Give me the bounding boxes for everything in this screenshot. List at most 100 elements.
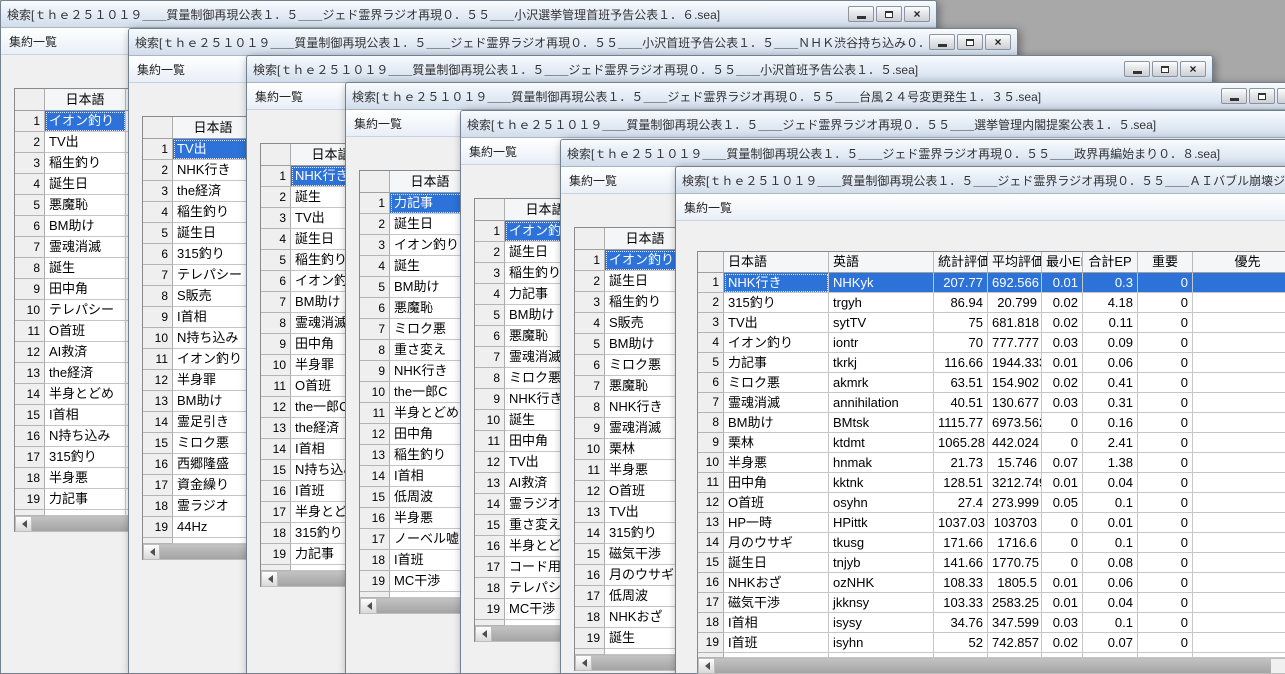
grid-cell[interactable]: 誕生	[390, 256, 471, 277]
grid-cell[interactable]: 315釣り	[724, 293, 829, 313]
grid-cell[interactable]: 0	[1042, 433, 1083, 453]
row-number-cell[interactable]: 13	[15, 363, 45, 384]
grid-cell[interactable]: NHKおざ	[724, 573, 829, 593]
grid-cell[interactable]: 稲生釣り	[390, 445, 471, 466]
menu-item-aggregate-list[interactable]: 集約一覧	[569, 172, 617, 189]
row-number-cell[interactable]: 2	[143, 160, 173, 181]
row-number-cell[interactable]: 7	[698, 393, 724, 413]
row-number-cell[interactable]: 1	[15, 111, 45, 132]
grid-cell[interactable]	[1193, 333, 1285, 353]
maximize-button[interactable]	[957, 34, 983, 50]
grid-cell[interactable]: イオン釣り	[605, 250, 686, 271]
row-number-cell[interactable]: 2	[360, 214, 390, 235]
row-number-cell[interactable]: 6	[360, 298, 390, 319]
grid-cell[interactable]: I首相	[173, 307, 254, 328]
row-number-cell[interactable]: 3	[698, 313, 724, 333]
row-number-cell[interactable]: 5	[261, 250, 291, 271]
grid-cell[interactable]: 0.03	[1042, 333, 1083, 353]
grid-cell[interactable]: 0.01	[1042, 353, 1083, 373]
grid-cell[interactable]: 15.746	[988, 453, 1042, 473]
grid-cell[interactable]: 栗林	[605, 439, 686, 460]
maximize-button[interactable]	[1249, 88, 1275, 104]
horizontal-scrollbar[interactable]	[698, 658, 1285, 674]
row-number-cell[interactable]: 9	[15, 279, 45, 300]
grid-cell[interactable]	[173, 538, 254, 544]
grid-cell[interactable]: 0	[1138, 373, 1193, 393]
grid-cell[interactable]: 103703	[988, 513, 1042, 533]
grid-cell[interactable]: N持ち込み	[173, 328, 254, 349]
grid-cell[interactable]: 0.02	[1042, 633, 1083, 653]
row-number-cell[interactable]: 13	[261, 418, 291, 439]
grid-cell[interactable]: 0	[1138, 513, 1193, 533]
column-header-en[interactable]: 英語	[829, 252, 934, 273]
row-number-cell[interactable]: 9	[698, 433, 724, 453]
grid-cell[interactable]: 171.66	[934, 533, 988, 553]
row-number-cell[interactable]	[575, 649, 605, 655]
grid-cell[interactable]	[1193, 413, 1285, 433]
row-number-cell[interactable]: 15	[698, 553, 724, 573]
grid-cell[interactable]: MC干渉	[390, 571, 471, 592]
row-number-cell[interactable]: 1	[575, 250, 605, 271]
grid-cell[interactable]: 315釣り	[173, 244, 254, 265]
row-number-cell[interactable]	[143, 538, 173, 544]
grid-cell[interactable]: 低周波	[390, 487, 471, 508]
grid-cell[interactable]: 栗林	[724, 433, 829, 453]
row-number-cell[interactable]: 14	[15, 384, 45, 405]
grid-cell[interactable]: 資金繰り	[173, 475, 254, 496]
grid-cell[interactable]: 田中角	[724, 473, 829, 493]
row-number-cell[interactable]: 12	[575, 481, 605, 502]
grid-cell[interactable]: 0.16	[1083, 413, 1138, 433]
row-number-cell[interactable]: 6	[698, 373, 724, 393]
grid-cell[interactable]	[1193, 393, 1285, 413]
row-number-cell[interactable]: 19	[360, 571, 390, 592]
column-header-japanese[interactable]: 日本語	[45, 89, 126, 111]
row-number-cell[interactable]: 15	[475, 515, 505, 536]
grid-cell[interactable]: 0.04	[1083, 593, 1138, 613]
row-number-cell[interactable]: 18	[15, 468, 45, 489]
grid-cell[interactable]: 0.31	[1083, 393, 1138, 413]
row-number-cell[interactable]: 9	[575, 418, 605, 439]
grid-cell[interactable]: ktdmt	[829, 433, 934, 453]
grid-cell[interactable]: O首班	[605, 481, 686, 502]
row-number-cell[interactable]: 6	[143, 244, 173, 265]
grid-cell[interactable]: 103.33	[934, 593, 988, 613]
grid-cell[interactable]: 力記事	[45, 489, 126, 510]
grid-cell[interactable]: 0.04	[1083, 473, 1138, 493]
grid-cell[interactable]	[1193, 473, 1285, 493]
grid-cell[interactable]	[1193, 373, 1285, 393]
row-number-cell[interactable]: 11	[575, 460, 605, 481]
grid-cell[interactable]: the経済	[45, 363, 126, 384]
row-number-cell[interactable]: 8	[143, 286, 173, 307]
grid-cell[interactable]: 磁気干渉	[605, 544, 686, 565]
grid-cell[interactable]: iontr	[829, 333, 934, 353]
row-number-cell[interactable]: 16	[143, 454, 173, 475]
row-number-cell[interactable]: 13	[143, 391, 173, 412]
grid-cell[interactable]: 0.02	[1042, 313, 1083, 333]
row-number-cell[interactable]: 13	[360, 445, 390, 466]
grid-cell[interactable]	[1083, 653, 1138, 658]
grid-cell[interactable]	[1193, 633, 1285, 653]
row-number-cell[interactable]: 18	[360, 550, 390, 571]
window-titlebar[interactable]: 検索[ｔｈｅ２５１０１９＿＿質量制御再現公表１．５＿＿ジェド霊界ラジオ再現０．５…	[461, 111, 1285, 138]
grid-cell[interactable]	[1138, 653, 1193, 658]
grid-cell[interactable]: 重さ変え	[390, 340, 471, 361]
row-number-cell[interactable]	[475, 620, 505, 626]
row-number-cell[interactable]: 2	[475, 242, 505, 263]
row-number-cell[interactable]: 13	[698, 513, 724, 533]
grid-cell[interactable]	[1193, 613, 1285, 633]
grid-cell[interactable]: 0.09	[1083, 333, 1138, 353]
row-number-cell[interactable]: 15	[15, 405, 45, 426]
column-header-japanese[interactable]: 日本語	[605, 228, 686, 250]
row-number-cell[interactable]: 4	[360, 256, 390, 277]
row-number-cell[interactable]: 2	[575, 271, 605, 292]
grid-cell[interactable]: 442.024	[988, 433, 1042, 453]
close-button[interactable]: ×	[904, 6, 930, 22]
grid-cell[interactable]: 742.857	[988, 633, 1042, 653]
row-number-cell[interactable]: 7	[575, 376, 605, 397]
grid-cell[interactable]: BM助け	[173, 391, 254, 412]
row-number-cell[interactable]: 2	[698, 293, 724, 313]
grid-cell[interactable]: TV出	[45, 132, 126, 153]
row-number-cell[interactable]: 16	[15, 426, 45, 447]
grid-cell[interactable]: 0.08	[1083, 553, 1138, 573]
row-number-cell[interactable]: 10	[15, 300, 45, 321]
